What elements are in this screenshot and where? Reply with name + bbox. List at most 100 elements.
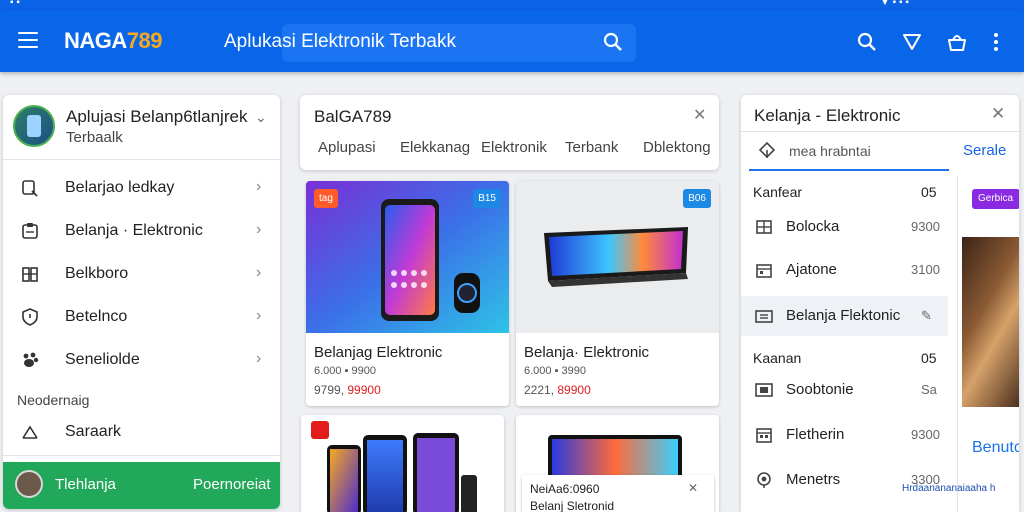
panel-title: Kelanja - Elektronic (754, 106, 901, 125)
search-icon[interactable] (857, 32, 877, 52)
drawer-item-4[interactable]: Betelnco › (3, 296, 280, 338)
app-bar: NAGA789 Aplukasi Elektronik Terbakk (0, 10, 1024, 72)
drawer-item-label: Saraark (65, 423, 122, 440)
pin-icon (757, 472, 771, 488)
drawer-footer[interactable]: Tlehlanja Poernoreiat (3, 462, 280, 509)
drawer-item-3[interactable]: Belkboro › (3, 253, 280, 295)
group-count: 05 (921, 184, 937, 200)
promo-badge: Gerbica (972, 189, 1019, 209)
tag-icon (758, 141, 776, 159)
drawer-item-label: Seneliolde (65, 351, 140, 368)
product-meta: 6.000 ▪ 9900 (314, 365, 377, 377)
list-item[interactable]: Fletherin 9300 (741, 415, 948, 455)
calendar-icon (756, 428, 772, 443)
product-card[interactable]: tag B15 Belanjag Elektronic 6.000 ▪ 9900… (306, 181, 509, 406)
list-item[interactable]: Bolocka 9300 (741, 207, 948, 247)
divider (3, 159, 280, 160)
card-title: BalGA789 (314, 107, 392, 126)
drawer-item-5[interactable]: Seneliolde › (3, 339, 280, 381)
chevron-right-icon: › (256, 221, 262, 238)
search-icon[interactable] (603, 32, 623, 52)
product-meta: 6.000 ▪ 3990 (524, 365, 587, 377)
tab-2[interactable]: Elekkanag (400, 139, 470, 156)
section-label: Neodernaig (17, 392, 90, 408)
product-price: 9799, 99900 (314, 383, 381, 397)
page-title: Aplukasi Elektronik Terbakk (224, 31, 456, 52)
drawer-item-section[interactable]: Saraark (3, 411, 280, 453)
search-doc-icon (22, 180, 38, 197)
list-item-value: 9300 (911, 427, 940, 442)
tab-4[interactable]: Terbank (565, 139, 618, 156)
paw-icon (23, 352, 39, 367)
list-item[interactable]: Menetrs 3300 (741, 460, 948, 500)
drawer-item-1[interactable]: Belarjao ledkay › (3, 167, 280, 209)
shield-icon (22, 308, 38, 326)
list-item-selected[interactable]: Belanja Flektonic ✎ (741, 296, 948, 336)
chevron-right-icon: › (256, 307, 262, 324)
product-card[interactable] (301, 415, 504, 512)
promo-side-card[interactable]: Gerbica Benutc Hrdaanananaiaaha h (902, 177, 1019, 512)
product-card[interactable]: NeiAa6:0960 Belanj Sletronid ✕ (516, 415, 719, 512)
drawer-item-label: Belanja · Elektronic (65, 222, 203, 239)
tab-5[interactable]: Dblektong (643, 139, 711, 156)
drawer-item-2[interactable]: Belanja · Elektronic › (3, 210, 280, 252)
divider (741, 131, 1019, 132)
list-item-label: Belanja Flektonic (786, 307, 901, 324)
product-badge: B15 (473, 189, 501, 208)
avatar[interactable] (13, 105, 55, 147)
list-item-label: Bolocka (786, 218, 840, 235)
card-icon (755, 383, 773, 397)
tab-1[interactable]: Aplupasi (318, 139, 376, 156)
product-name: Belanjag Elektronic (314, 344, 443, 361)
sale-badge: tag (314, 189, 338, 208)
product-card[interactable]: B06 Belanja· Elektronic 6.000 ▪ 3990 222… (516, 181, 719, 406)
list-item[interactable]: Ajatone 3100 (741, 250, 948, 290)
tab-3[interactable]: Elektronik (481, 139, 547, 156)
promo-image (962, 237, 1019, 407)
product-badge: B06 (683, 189, 711, 208)
menu-icon[interactable] (18, 32, 38, 48)
chevron-right-icon: › (256, 350, 262, 367)
group-count: 05 (921, 350, 937, 366)
group-header: Kanfear (753, 184, 803, 200)
search-input[interactable]: mea hrabntai (789, 143, 871, 159)
right-panel: Kelanja - Elektronic ✕ mea hrabntai Sera… (741, 95, 1019, 512)
search-action-button[interactable]: Serale (963, 142, 1006, 159)
more-icon[interactable] (992, 32, 1000, 52)
list-item-label: Menetrs (786, 471, 841, 488)
footer-action[interactable]: Poernoreiat (193, 476, 271, 493)
list-item-label: Soobtonie (786, 381, 854, 398)
card-icon (755, 310, 773, 323)
product-image-phones (311, 421, 477, 512)
cart-icon[interactable] (946, 32, 968, 52)
list-item-value: 3100 (911, 262, 940, 277)
product-popup[interactable]: NeiAa6:0960 Belanj Sletronid ✕ (522, 475, 714, 512)
list-item-value: 9300 (911, 219, 940, 234)
filter-icon[interactable] (902, 32, 922, 52)
list-item-value: Sa (921, 382, 937, 397)
promo-title: Benutc (972, 439, 1019, 456)
divider (3, 455, 280, 456)
close-icon[interactable]: ✕ (693, 105, 706, 125)
drawer-item-label: Belkboro (65, 265, 129, 282)
popup-title: NeiAa6:0960 (530, 482, 600, 496)
edit-icon[interactable]: ✎ (921, 308, 932, 324)
status-right-icons: ▼ ▪ ▪ ▪ (880, 0, 909, 8)
profile-subtitle: Terbaalk (66, 129, 123, 146)
close-icon[interactable]: ✕ (991, 104, 1005, 124)
search-underline (749, 169, 949, 171)
list-item[interactable]: Soobtonie Sa (741, 370, 948, 410)
promo-caption: Hrdaanananaiaaha h (902, 483, 996, 494)
list-item-label: Fletherin (786, 426, 845, 443)
product-name: Belanja· Elektronic (524, 344, 650, 361)
status-bar: ▪ ▪ ▼ ▪ ▪ ▪ (0, 0, 1024, 10)
product-price: 2221, 89900 (524, 383, 591, 397)
chevron-down-icon[interactable]: ⌄ (255, 109, 267, 126)
close-icon[interactable]: ✕ (688, 481, 698, 495)
grid-icon (22, 267, 38, 282)
app-logo[interactable]: NAGA789 (64, 28, 163, 54)
popup-subtitle: Belanj Sletronid (530, 499, 615, 512)
chevron-right-icon: › (256, 178, 262, 195)
profile-name: Aplujasi Belanp6tlanjrek (66, 107, 248, 126)
footer-label: Tlehlanja (55, 476, 116, 493)
